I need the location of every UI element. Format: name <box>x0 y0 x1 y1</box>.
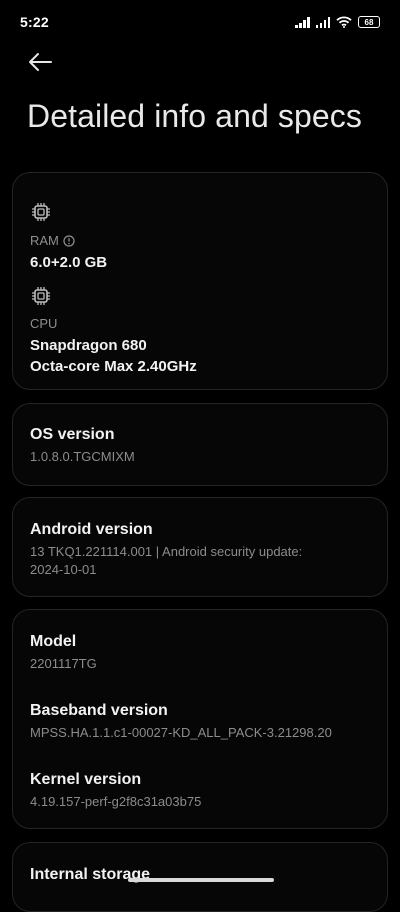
android-version-card[interactable]: Android version 13 TKQ1.221114.001 | And… <box>12 497 388 597</box>
back-button[interactable] <box>26 50 54 74</box>
device-info-card: Model 2201117TG Baseband version MPSS.HA… <box>12 609 388 829</box>
model-row[interactable]: Model 2201117TG <box>30 633 371 673</box>
wifi-icon <box>336 16 352 28</box>
android-version-value: 13 TKQ1.221114.001 | Android security up… <box>30 543 371 579</box>
chip-icon <box>32 203 50 221</box>
model-title: Model <box>30 633 77 650</box>
cpu-label: CPU <box>30 316 58 331</box>
android-version-title: Android version <box>30 521 153 538</box>
status-icons: 68 <box>295 16 380 28</box>
cpu-value-line1: Snapdragon 680 <box>30 337 147 354</box>
baseband-title: Baseband version <box>30 702 168 719</box>
status-time: 5:22 <box>20 14 49 30</box>
battery-level: 68 <box>364 17 374 27</box>
kernel-row[interactable]: Kernel version 4.19.157-perf-g2f8c31a03b… <box>30 771 371 811</box>
battery-icon: 68 <box>358 16 380 28</box>
ram-value: 6.0+2.0 GB <box>30 254 108 271</box>
baseband-row[interactable]: Baseband version MPSS.HA.1.1.c1-00027-KD… <box>30 702 371 742</box>
chip-icon <box>32 287 50 305</box>
ram-label-row: RAM <box>30 233 371 248</box>
baseband-value: MPSS.HA.1.1.c1-00027-KD_ALL_PACK-3.21298… <box>30 725 332 740</box>
signal-icon <box>315 16 330 28</box>
kernel-value: 4.19.157-perf-g2f8c31a03b75 <box>30 794 202 809</box>
android-version-value-line1: 13 TKQ1.221114.001 | Android security up… <box>30 544 303 559</box>
cpu-value-line2: Octa-core Max 2.40GHz <box>30 358 197 375</box>
model-value: 2201117TG <box>30 656 97 671</box>
info-icon[interactable] <box>63 234 75 247</box>
page-title: Detailed info and specs <box>27 98 362 134</box>
os-version-title: OS version <box>30 426 115 443</box>
arrow-left-icon <box>29 53 52 71</box>
ram-label: RAM <box>30 233 59 248</box>
storage-card[interactable]: Internal storage <box>12 842 388 912</box>
home-indicator[interactable] <box>128 878 274 882</box>
signal-icon <box>295 16 310 28</box>
specs-card: RAM 6.0+2.0 GB CPU Snapdragon 680 Octa-c… <box>12 172 388 390</box>
android-version-value-line2: 2024-10-01 <box>30 562 97 577</box>
os-version-card[interactable]: OS version 1.0.8.0.TGCMIXM <box>12 403 388 486</box>
os-version-value: 1.0.8.0.TGCMIXM <box>30 449 135 464</box>
status-bar: 5:22 68 <box>0 0 400 44</box>
kernel-title: Kernel version <box>30 771 142 788</box>
